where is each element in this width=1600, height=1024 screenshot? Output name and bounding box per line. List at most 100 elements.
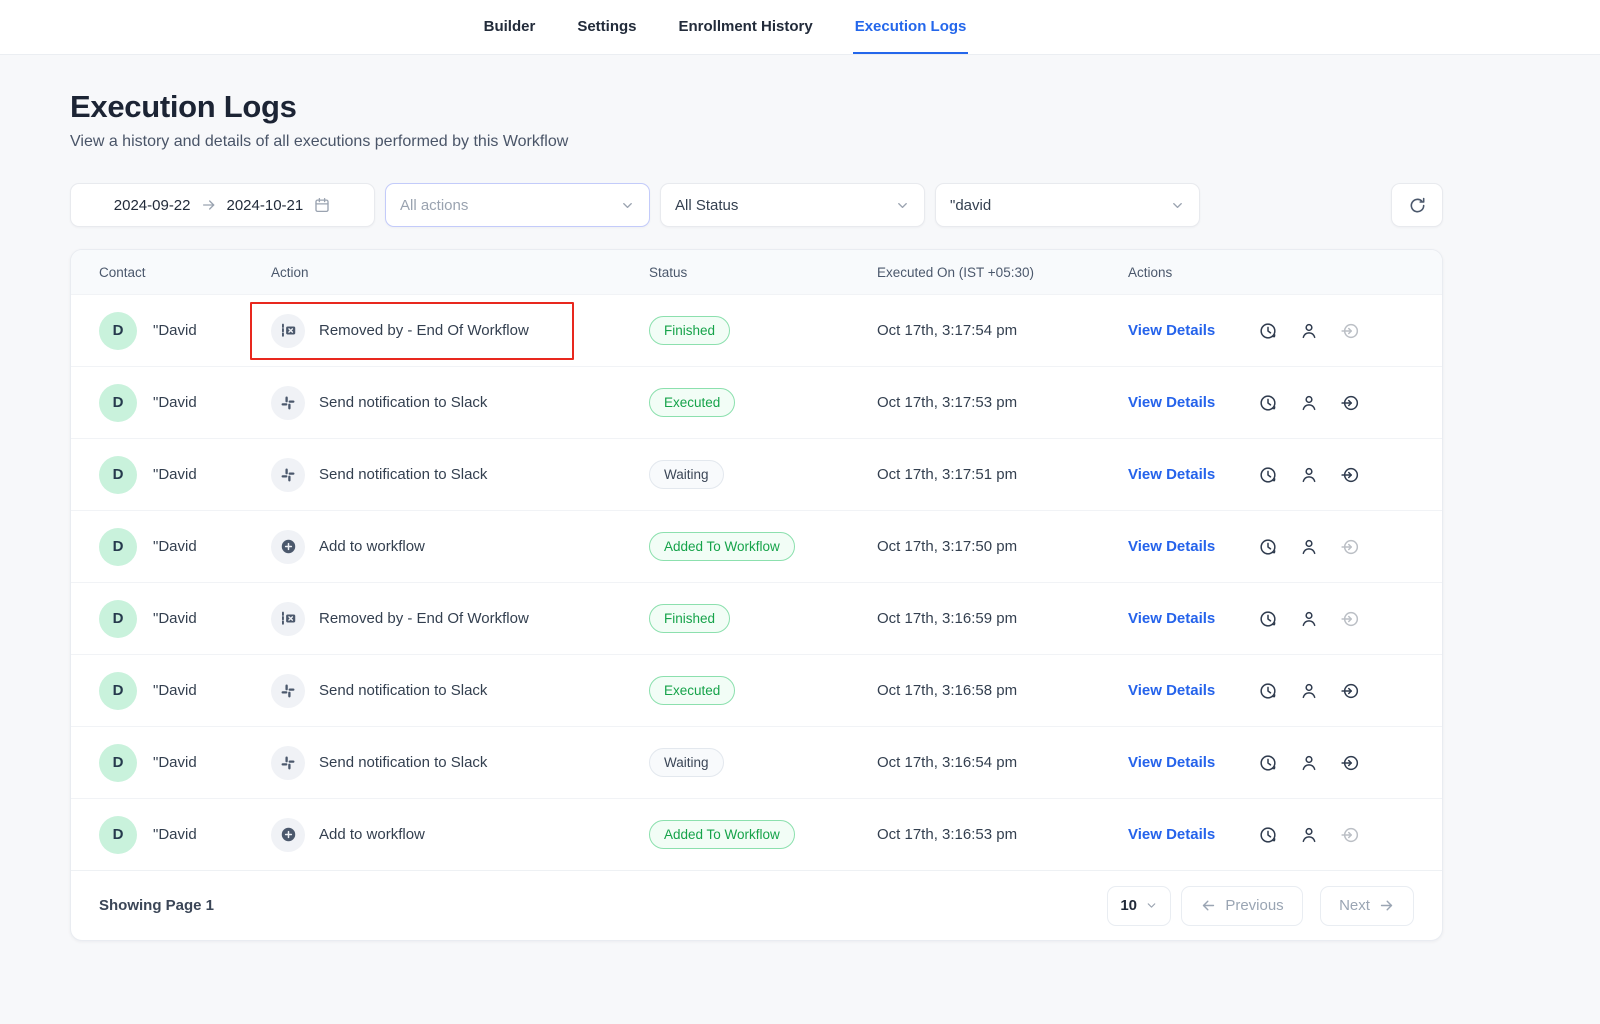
row-actions-cell: View Details xyxy=(1128,825,1414,845)
status-cell: Waiting xyxy=(649,748,877,778)
calendar-icon xyxy=(313,196,331,214)
table-row: D "David Removed by - End Of Workflow Fi… xyxy=(71,294,1442,366)
add-to-workflow-icon xyxy=(271,530,305,564)
action-cell: Add to workflow xyxy=(271,818,649,852)
enrollment-log-icon xyxy=(1340,537,1360,557)
view-details-link[interactable]: View Details xyxy=(1128,538,1228,555)
action-label: Send notification to Slack xyxy=(319,394,487,411)
user-icon[interactable] xyxy=(1299,825,1319,845)
row-actions-cell: View Details xyxy=(1128,753,1414,773)
executed-on: Oct 17th, 3:17:53 pm xyxy=(877,394,1128,411)
status-badge: Executed xyxy=(649,388,735,418)
executed-on: Oct 17th, 3:17:54 pm xyxy=(877,322,1128,339)
slack-icon xyxy=(271,674,305,708)
row-actions-cell: View Details xyxy=(1128,609,1414,629)
contact-name: "David xyxy=(153,682,197,699)
add-to-workflow-icon xyxy=(271,818,305,852)
status-badge: Added To Workflow xyxy=(649,820,795,850)
row-actions-cell: View Details xyxy=(1128,321,1414,341)
previous-page-button[interactable]: Previous xyxy=(1181,886,1303,926)
chevron-down-icon xyxy=(620,198,635,213)
action-label: Removed by - End Of Workflow xyxy=(319,610,529,627)
refresh-button[interactable] xyxy=(1391,183,1443,227)
status-cell: Waiting xyxy=(649,460,877,490)
status-cell: Finished xyxy=(649,604,877,634)
history-icon[interactable] xyxy=(1258,465,1278,485)
actions-filter-select[interactable]: All actions xyxy=(385,183,650,227)
enrollment-log-icon[interactable] xyxy=(1340,465,1360,485)
enrollment-log-icon xyxy=(1340,321,1360,341)
status-filter-select[interactable]: All Status xyxy=(660,183,925,227)
history-icon[interactable] xyxy=(1258,681,1278,701)
view-details-link[interactable]: View Details xyxy=(1128,466,1228,483)
tab-enrollment-history[interactable]: Enrollment History xyxy=(677,0,815,54)
contact-cell: D "David xyxy=(99,528,271,566)
view-details-link[interactable]: View Details xyxy=(1128,826,1228,843)
contact-cell: D "David xyxy=(99,816,271,854)
slack-icon xyxy=(271,386,305,420)
next-page-button[interactable]: Next xyxy=(1320,886,1414,926)
contact-cell: D "David xyxy=(99,600,271,638)
action-cell: Removed by - End Of Workflow xyxy=(271,314,649,348)
view-details-link[interactable]: View Details xyxy=(1128,322,1228,339)
history-icon[interactable] xyxy=(1258,825,1278,845)
row-actions-cell: View Details xyxy=(1128,537,1414,557)
table-footer: Showing Page 1 10 Previous Next xyxy=(71,870,1442,940)
date-to-value[interactable]: 2024-10-21 xyxy=(227,197,304,214)
chevron-down-icon xyxy=(895,198,910,213)
avatar: D xyxy=(99,456,137,494)
contact-name: "David xyxy=(153,826,197,843)
avatar: D xyxy=(99,384,137,422)
user-icon[interactable] xyxy=(1299,537,1319,557)
tab-builder[interactable]: Builder xyxy=(482,0,538,54)
date-from-value[interactable]: 2024-09-22 xyxy=(114,197,191,214)
user-icon[interactable] xyxy=(1299,609,1319,629)
user-icon[interactable] xyxy=(1299,321,1319,341)
status-badge: Finished xyxy=(649,316,730,346)
user-icon[interactable] xyxy=(1299,753,1319,773)
view-details-link[interactable]: View Details xyxy=(1128,610,1228,627)
execution-logs-table: Contact Action Status Executed On (IST +… xyxy=(70,249,1443,941)
enrollment-log-icon xyxy=(1340,825,1360,845)
user-icon[interactable] xyxy=(1299,465,1319,485)
action-cell: Send notification to Slack xyxy=(271,458,649,492)
view-details-link[interactable]: View Details xyxy=(1128,754,1228,771)
contact-name: "David xyxy=(153,466,197,483)
enrollment-log-icon[interactable] xyxy=(1340,393,1360,413)
history-icon[interactable] xyxy=(1258,321,1278,341)
view-details-link[interactable]: View Details xyxy=(1128,682,1228,699)
enrollment-log-icon[interactable] xyxy=(1340,681,1360,701)
history-icon[interactable] xyxy=(1258,537,1278,557)
executed-on: Oct 17th, 3:17:50 pm xyxy=(877,538,1128,555)
contact-search-select[interactable]: "david xyxy=(935,183,1200,227)
tab-execution-logs[interactable]: Execution Logs xyxy=(853,0,969,54)
history-icon[interactable] xyxy=(1258,753,1278,773)
enrollment-log-icon[interactable] xyxy=(1340,753,1360,773)
user-icon[interactable] xyxy=(1299,681,1319,701)
contact-name: "David xyxy=(153,322,197,339)
execution-logs-page: Execution Logs View a history and detail… xyxy=(70,89,1443,941)
contact-cell: D "David xyxy=(99,312,271,350)
date-range-filter[interactable]: 2024-09-22 2024-10-21 xyxy=(70,183,375,227)
contact-name: "David xyxy=(153,394,197,411)
executed-on: Oct 17th, 3:16:59 pm xyxy=(877,610,1128,627)
column-header-status: Status xyxy=(649,265,877,280)
user-icon[interactable] xyxy=(1299,393,1319,413)
action-cell: Removed by - End Of Workflow xyxy=(271,602,649,636)
view-details-link[interactable]: View Details xyxy=(1128,394,1228,411)
row-actions-cell: View Details xyxy=(1128,393,1414,413)
status-badge: Executed xyxy=(649,676,735,706)
history-icon[interactable] xyxy=(1258,393,1278,413)
column-header-contact: Contact xyxy=(99,265,271,280)
page-size-select[interactable]: 10 xyxy=(1107,886,1171,926)
tab-settings[interactable]: Settings xyxy=(575,0,638,54)
remove-from-workflow-icon xyxy=(271,602,305,636)
history-icon[interactable] xyxy=(1258,609,1278,629)
pagination-controls: 10 Previous Next xyxy=(1107,886,1414,926)
table-header-row: Contact Action Status Executed On (IST +… xyxy=(71,250,1442,294)
table-row: D "David Removed by - End Of Workflow Fi… xyxy=(71,582,1442,654)
executed-on: Oct 17th, 3:16:54 pm xyxy=(877,754,1128,771)
contact-name: "David xyxy=(153,538,197,555)
status-badge: Added To Workflow xyxy=(649,532,795,562)
action-label: Send notification to Slack xyxy=(319,754,487,771)
